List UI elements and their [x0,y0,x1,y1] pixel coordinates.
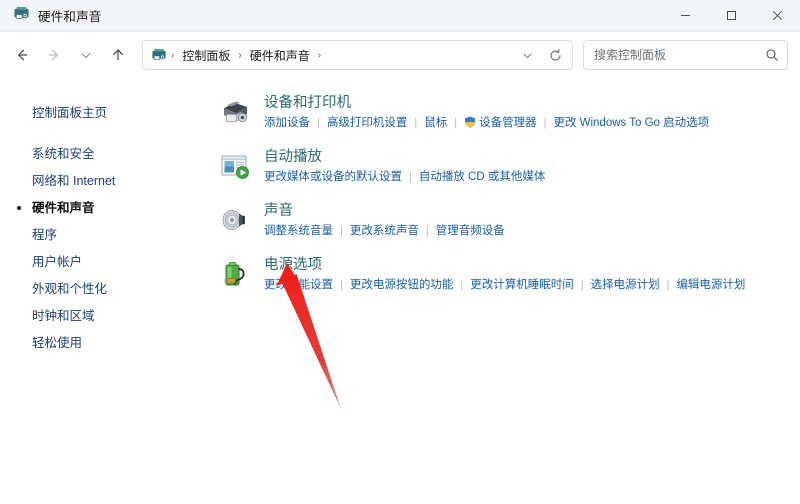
link-choose-power-plan[interactable]: 选择电源计划 [591,277,660,293]
section-links-autoplay: 更改媒体或设备的默认设置 | 自动播放 CD 或其他媒体 [264,169,788,185]
battery-power-icon [218,257,252,291]
address-bar-actions [514,42,568,68]
sidebar-item-system-and-security[interactable]: 系统和安全 [0,141,210,168]
link-separator: | [317,117,320,129]
breadcrumb-separator-2: › [317,49,322,61]
section-title-autoplay[interactable]: 自动播放 [264,147,322,167]
section-devices-and-printers: 设备和打印机 添加设备 | 高级打印机设置 | 鼠标 | 设备管理器 | 更改 … [218,93,788,131]
link-windows-to-go-startup-options[interactable]: 更改 Windows To Go 启动选项 [553,115,709,131]
link-device-manager-label: 设备管理器 [479,117,537,129]
link-change-power-saving-settings[interactable]: 更改节能设置 [264,277,333,293]
link-separator: | [454,117,458,129]
window-controls [662,0,800,32]
link-separator: | [580,279,584,291]
link-manage-audio-devices[interactable]: 管理音频设备 [436,223,505,239]
autoplay-icon [218,149,252,183]
main-content: 设备和打印机 添加设备 | 高级打印机设置 | 鼠标 | 设备管理器 | 更改 … [210,78,800,504]
link-add-device[interactable]: 添加设备 [264,115,310,131]
link-change-sleep-time[interactable]: 更改计算机睡眠时间 [470,277,574,293]
link-separator: | [340,225,343,237]
close-button[interactable] [754,0,800,32]
section-links-sound: 调整系统音量 | 更改系统声音 | 管理音频设备 [264,223,788,239]
section-links-devices-and-printers: 添加设备 | 高级打印机设置 | 鼠标 | 设备管理器 | 更改 Windows… [264,115,788,131]
sidebar-item-programs[interactable]: 程序 [0,222,210,249]
breadcrumb-separator-0: › [171,49,175,61]
link-separator: | [425,225,429,237]
minimize-button[interactable] [662,0,708,32]
link-separator: | [666,279,670,291]
sidebar-item-user-accounts[interactable]: 用户帐户 [0,249,210,276]
printer-icon [218,95,252,129]
link-separator: | [543,117,547,129]
link-adjust-system-volume[interactable]: 调整系统音量 [264,223,333,239]
sidebar-item-hardware-and-sound[interactable]: 硬件和声音 [0,195,210,222]
section-body: 电源选项 更改节能设置 | 更改电源按钮的功能 | 更改计算机睡眠时间 | 选择… [264,255,788,293]
control-panel-icon [13,5,30,27]
section-power-options: 电源选项 更改节能设置 | 更改电源按钮的功能 | 更改计算机睡眠时间 | 选择… [218,255,788,293]
breadcrumb-separator-1: › [238,49,242,61]
address-bar-icon [151,47,167,63]
breadcrumb: › 控制面板 › 硬件和声音 › [170,44,514,67]
sidebar-item-clock-and-region[interactable]: 时钟和区域 [0,303,210,330]
link-mouse[interactable]: 鼠标 [424,115,447,131]
title-bar: 硬件和声音 [0,0,800,32]
link-change-default-settings-for-media[interactable]: 更改媒体或设备的默认设置 [264,169,402,185]
link-separator: | [409,171,412,183]
sidebar-item-appearance-and-personalization[interactable]: 外观和个性化 [0,276,210,303]
uac-shield-icon [464,116,476,128]
back-button[interactable] [6,40,38,70]
maximize-button[interactable] [708,0,754,32]
section-autoplay: 自动播放 更改媒体或设备的默认设置 | 自动播放 CD 或其他媒体 [218,147,788,185]
window-body: 控制面板主页 系统和安全 网络和 Internet 硬件和声音 程序 用户帐户 … [0,78,800,504]
sidebar-item-network-and-internet[interactable]: 网络和 Internet [0,168,210,195]
refresh-icon[interactable] [542,42,568,68]
link-change-system-sounds[interactable]: 更改系统声音 [350,223,419,239]
section-title-sound[interactable]: 声音 [264,201,293,221]
chevron-down-icon[interactable] [514,42,540,68]
sidebar: 控制面板主页 系统和安全 网络和 Internet 硬件和声音 程序 用户帐户 … [0,78,210,504]
link-separator: | [414,117,418,129]
link-device-manager[interactable]: 设备管理器 [464,115,537,131]
search-input[interactable] [594,48,765,62]
section-body: 声音 调整系统音量 | 更改系统声音 | 管理音频设备 [264,201,788,239]
recent-locations-button[interactable] [70,40,102,70]
title-bar-left: 硬件和声音 [0,5,102,27]
sidebar-item-home[interactable]: 控制面板主页 [0,100,210,127]
section-title-devices-and-printers[interactable]: 设备和打印机 [264,93,351,113]
section-links-power-options: 更改节能设置 | 更改电源按钮的功能 | 更改计算机睡眠时间 | 选择电源计划 … [264,277,788,293]
speaker-icon [218,203,252,237]
link-advanced-printer-setup[interactable]: 高级打印机设置 [327,115,408,131]
breadcrumb-item-control-panel[interactable]: 控制面板 [177,44,235,67]
link-separator: | [340,279,343,291]
section-title-power-options[interactable]: 电源选项 [264,255,322,275]
breadcrumb-item-hardware-and-sound[interactable]: 硬件和声音 [245,44,315,67]
link-play-cd-or-other-media[interactable]: 自动播放 CD 或其他媒体 [419,169,546,185]
sidebar-item-ease-of-access[interactable]: 轻松使用 [0,330,210,357]
navigation-toolbar: › 控制面板 › 硬件和声音 › [0,32,800,78]
search-box[interactable] [583,40,788,70]
section-body: 设备和打印机 添加设备 | 高级打印机设置 | 鼠标 | 设备管理器 | 更改 … [264,93,788,131]
link-change-power-button-behavior[interactable]: 更改电源按钮的功能 [350,277,454,293]
control-panel-window: 硬件和声音 › 控制面板 › 硬件和声音 › 搜索控制面板 控制面板主页 系统和… [0,0,800,504]
up-button[interactable] [102,40,134,70]
forward-button[interactable] [38,40,70,70]
section-sound: 声音 调整系统音量 | 更改系统声音 | 管理音频设备 [218,201,788,239]
window-title: 硬件和声音 [38,10,102,24]
search-icon[interactable] [765,48,779,62]
section-body: 自动播放 更改媒体或设备的默认设置 | 自动播放 CD 或其他媒体 [264,147,788,185]
link-edit-power-plan[interactable]: 编辑电源计划 [676,277,745,293]
link-separator: | [460,279,464,291]
address-bar[interactable]: › 控制面板 › 硬件和声音 › [142,40,573,70]
